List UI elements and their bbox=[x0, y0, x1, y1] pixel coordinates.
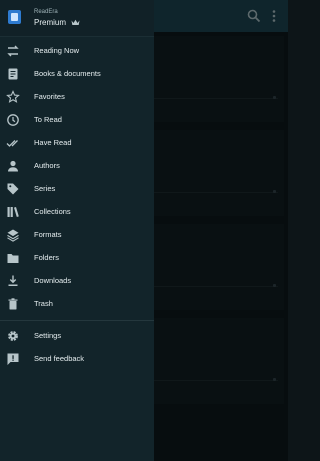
app-logo-icon bbox=[8, 10, 21, 24]
double-check-icon bbox=[6, 140, 18, 147]
nav-item-folders[interactable]: Folders bbox=[0, 247, 154, 269]
nav-item-send-feedback[interactable]: Send feedback bbox=[0, 348, 154, 370]
navigation-drawer: ReadEra Premium Reading Now Books & docu… bbox=[0, 0, 154, 461]
nav-label: Trash bbox=[34, 299, 53, 308]
nav-item-favorites[interactable]: Favorites bbox=[0, 86, 154, 108]
nav-label: Have Read bbox=[34, 138, 72, 147]
tag-icon bbox=[7, 183, 19, 195]
nav-label: Books & documents bbox=[34, 69, 101, 78]
star-icon bbox=[6, 90, 20, 103]
nav-label: Settings bbox=[34, 331, 62, 340]
nav-item-downloads[interactable]: Downloads bbox=[0, 270, 154, 292]
nav-label: Downloads bbox=[34, 276, 72, 285]
nav-label: Series bbox=[34, 184, 56, 193]
book-icon bbox=[8, 68, 18, 80]
nav-item-series[interactable]: Series bbox=[0, 178, 154, 200]
nav-item-have-read[interactable]: Have Read bbox=[0, 132, 154, 154]
screen: ReadEra Premium Reading Now Books & docu… bbox=[0, 0, 288, 461]
shelf-icon bbox=[7, 207, 19, 217]
nav-label: Send feedback bbox=[34, 354, 85, 363]
download-icon bbox=[8, 275, 18, 286]
gear-icon bbox=[8, 331, 18, 341]
crown-icon bbox=[71, 19, 80, 25]
nav-item-formats[interactable]: Formats bbox=[0, 224, 154, 246]
drawer-header: ReadEra Premium bbox=[0, 0, 154, 37]
feedback-icon bbox=[7, 353, 19, 365]
nav-item-collections[interactable]: Collections bbox=[0, 201, 154, 223]
nav-item-settings[interactable]: Settings bbox=[0, 325, 154, 347]
nav-label: Collections bbox=[34, 207, 71, 216]
nav-item-reading-now[interactable]: Reading Now bbox=[0, 40, 154, 62]
nav-item-to-read[interactable]: To Read bbox=[0, 109, 154, 131]
trash-icon bbox=[8, 298, 18, 310]
nav-label: Authors bbox=[34, 161, 60, 170]
nav-item-authors[interactable]: Authors bbox=[0, 155, 154, 177]
nav-label: Reading Now bbox=[34, 46, 80, 55]
nav-item-books-documents[interactable]: Books & documents bbox=[0, 63, 154, 85]
plan-label: Premium bbox=[34, 18, 67, 27]
nav-label: Folders bbox=[34, 253, 60, 262]
nav-item-trash[interactable]: Trash bbox=[0, 293, 154, 315]
layers-icon bbox=[7, 229, 19, 242]
nav-label: Favorites bbox=[34, 92, 65, 101]
nav-label: To Read bbox=[34, 115, 62, 124]
drawer-divider bbox=[0, 320, 154, 321]
nav-label: Formats bbox=[34, 230, 62, 239]
clock-icon bbox=[7, 114, 19, 126]
folder-icon bbox=[7, 254, 19, 263]
swap-icon bbox=[7, 45, 19, 57]
app-name: ReadEra bbox=[34, 9, 58, 15]
person-icon bbox=[8, 160, 18, 172]
